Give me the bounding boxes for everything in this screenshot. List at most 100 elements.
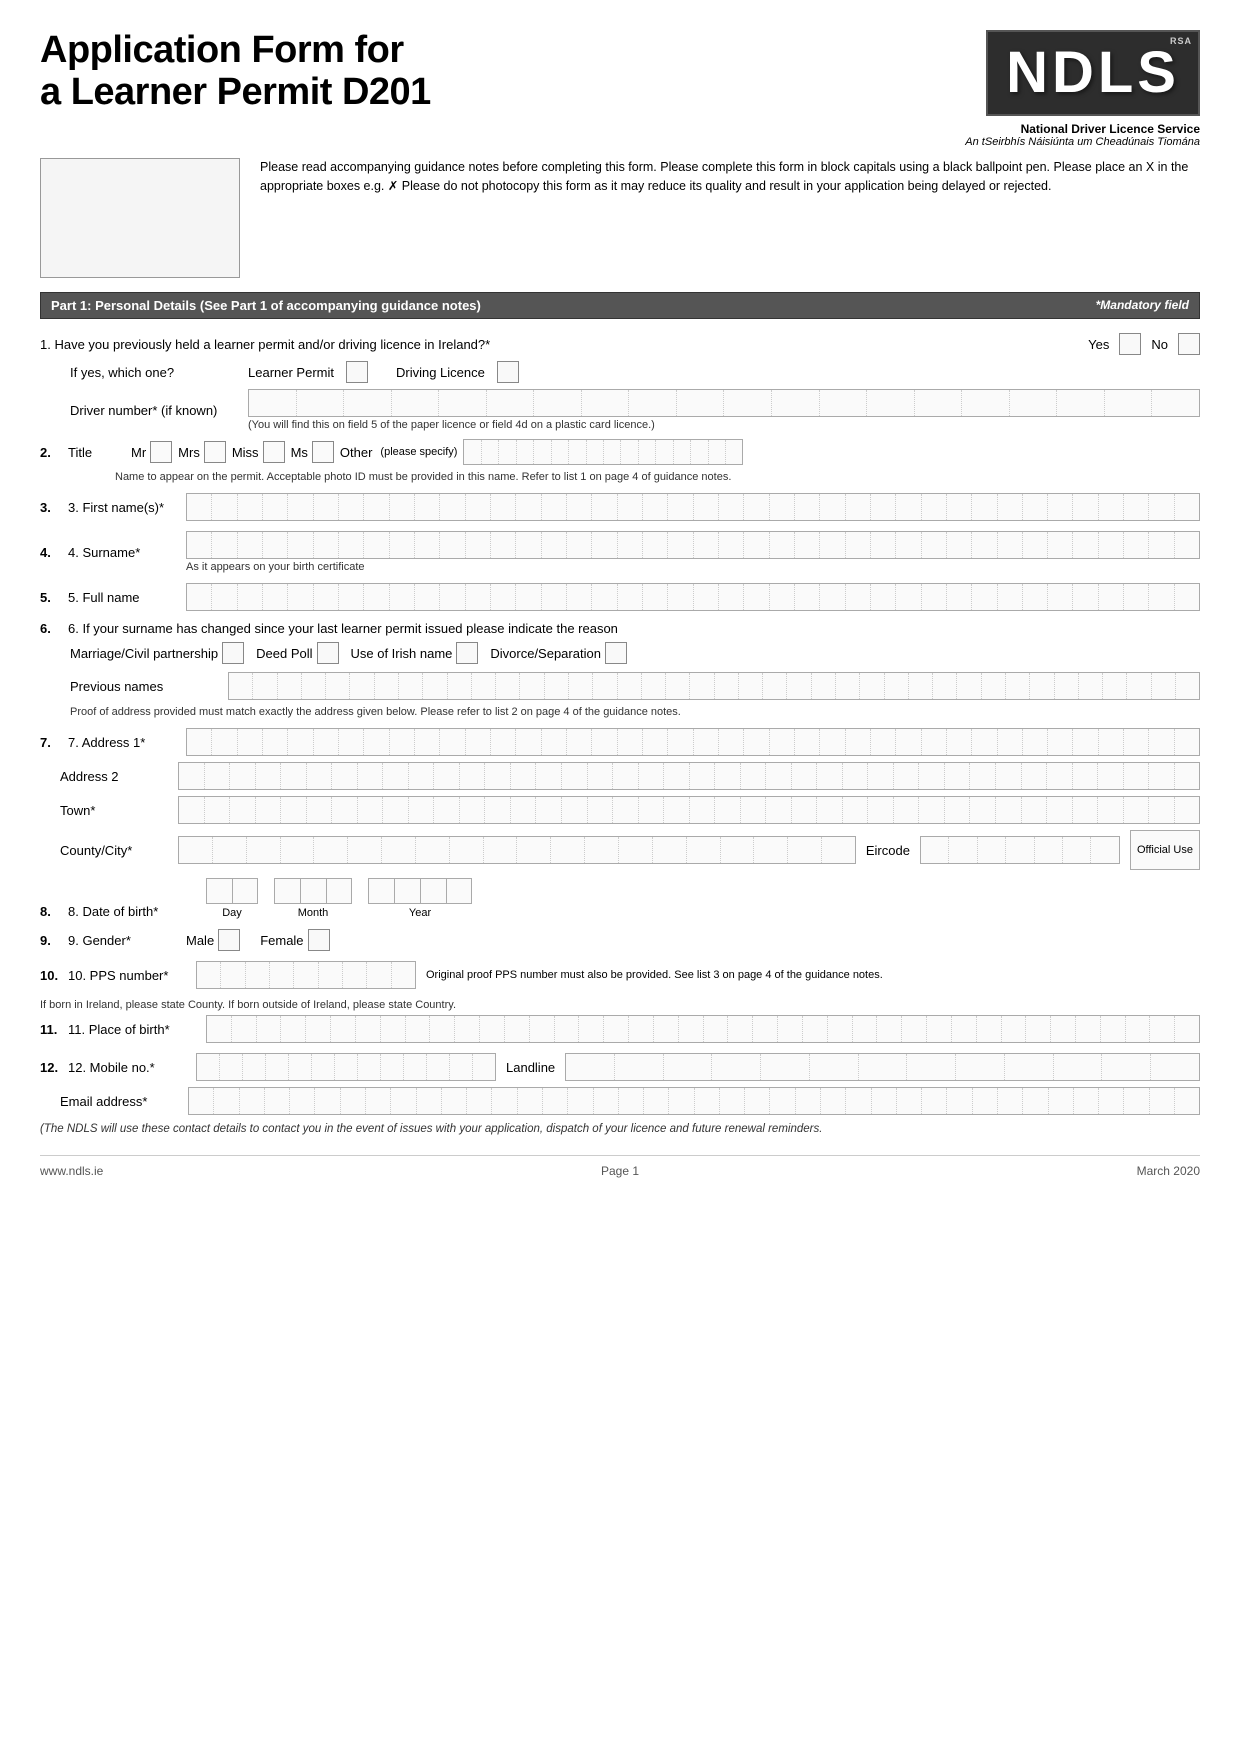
surname-field[interactable] [186,531,1200,559]
q9-label-text: 9. Gender* [68,933,178,948]
title-mr-checkbox[interactable] [150,441,172,463]
q1-no-checkbox[interactable] [1178,333,1200,355]
q5-label-text: 5. Full name [68,590,178,605]
eircode-label: Eircode [866,843,910,858]
q7-number: 7. [40,735,60,750]
title-other: Other (please specify) [340,439,744,465]
question-6: 6. 6. If your surname has changed since … [40,621,1200,718]
q6-deed: Deed Poll [256,642,338,664]
q1-ifyes-label: If yes, which one? [70,365,240,380]
footer-website: www.ndls.ie [40,1164,103,1178]
title-mrs-checkbox[interactable] [204,441,226,463]
q11-label-text: 11. Place of birth* [68,1022,198,1037]
official-use-box: Official Use [1130,830,1200,870]
footer-page: Page 1 [601,1164,639,1178]
title-mrs: Mrs [178,441,226,463]
title-ms-checkbox[interactable] [312,441,334,463]
q3-number: 3. [40,500,60,515]
q1-learner-label: Learner Permit [248,365,334,380]
q1-yes-checkbox[interactable] [1119,333,1141,355]
photo-box [40,158,240,278]
instructions-text: Please read accompanying guidance notes … [260,158,1200,196]
q6-marriage: Marriage/Civil partnership [70,642,244,664]
section-header-label: Part 1: Personal Details (See Part 1 of … [51,298,481,313]
address1-field[interactable] [186,728,1200,756]
landline-field[interactable] [565,1053,1200,1081]
question-2: 2. Title Mr Mrs Miss Ms [40,439,1200,483]
section-header: Part 1: Personal Details (See Part 1 of … [40,292,1200,319]
q4-label-text: 4. Surname* [68,545,178,560]
q6-divorce-checkbox[interactable] [605,642,627,664]
q6-label-text: 6. If your surname has changed since you… [68,621,1200,636]
q12-email-label: Email address* [40,1094,180,1109]
gender-male-checkbox[interactable] [218,929,240,951]
q1-yes-no: Yes No [1088,333,1200,355]
eircode-field[interactable] [920,836,1120,864]
pps-field[interactable] [196,961,416,989]
gender-female-checkbox[interactable] [308,929,330,951]
q5-number: 5. [40,590,60,605]
rsa-badge: RSA [1170,36,1192,46]
mobile-field[interactable] [196,1053,496,1081]
question-12: 12. 12. Mobile no.* Landline Ema [40,1053,1200,1135]
question-4: 4. 4. Surname* As it appears on your bir… [40,531,1200,573]
question-7: 7. 7. Address 1* Address 2 [40,728,1200,870]
q10-number: 10. [40,968,60,983]
ndls-name-ga: An tSeirbhís Náisiúnta um Cheadúnais Tio… [965,136,1200,148]
form-title: Application Form for a Learner Permit D2… [40,30,431,114]
instructions-row: Please read accompanying guidance notes … [40,158,1200,278]
fullname-field[interactable] [186,583,1200,611]
q7-addr2-label: Address 2 [40,769,170,784]
q6-deed-checkbox[interactable] [317,642,339,664]
dob-month: Month [274,878,352,919]
first-name-field[interactable] [186,493,1200,521]
q6-proof-hint: Proof of address provided must match exa… [70,706,1200,718]
q9-number: 9. [40,933,60,948]
q4-number: 4. [40,545,60,560]
title-other-field[interactable] [463,439,743,465]
q2-number: 2. [40,445,60,460]
q8-label-text: 8. Date of birth* [68,904,198,919]
town-field[interactable] [178,796,1200,824]
driver-number-field[interactable] [248,389,1200,417]
q7-town-label: Town* [40,803,170,818]
q12-landline-label: Landline [506,1060,555,1075]
prev-names-field[interactable] [228,672,1200,700]
q1-text: 1. Have you previously held a learner pe… [40,337,1078,352]
email-field[interactable] [188,1087,1200,1115]
dob-month-cells[interactable] [274,878,352,904]
q1-driver-hint: (You will find this on field 5 of the pa… [248,419,1200,431]
q8-number: 8. [40,904,60,919]
ndls-name-en: National Driver Licence Service [965,122,1200,136]
q6-options: Marriage/Civil partnership Deed Poll Use… [70,642,1200,664]
q10-hint: Original proof PPS number must also be p… [426,969,1200,981]
gender-female: Female [260,929,329,951]
footer-date: March 2020 [1137,1164,1200,1178]
q6-irish: Use of Irish name [351,642,479,664]
question-5: 5. 5. Full name [40,583,1200,611]
logo-block: RSA NDLS National Driver Licence Service… [965,30,1200,148]
q12-notice: (The NDLS will use these contact details… [40,1123,1200,1135]
county-field[interactable] [178,836,856,864]
q6-irish-checkbox[interactable] [456,642,478,664]
gender-male: Male [186,929,240,951]
q1-learner-checkbox[interactable] [346,361,368,383]
q7-addr1-label: 7. Address 1* [68,735,178,750]
title-miss-checkbox[interactable] [263,441,285,463]
dob-year: Year [368,878,472,919]
dob-day-cells[interactable] [206,878,258,904]
q6-marriage-checkbox[interactable] [222,642,244,664]
title-ms: Ms [291,441,334,463]
q1-driving-label: Driving Licence [396,365,485,380]
q6-prev-names-label: Previous names [70,679,220,694]
gender-options: Male Female [186,929,330,951]
q2-hint: Name to appear on the permit. Acceptable… [115,471,1200,483]
address2-field[interactable] [178,762,1200,790]
q6-number: 6. [40,621,60,636]
q1-driving-checkbox[interactable] [497,361,519,383]
place-of-birth-field[interactable] [206,1015,1200,1043]
q12-number: 12. [40,1060,60,1075]
q10-label-text: 10. PPS number* [68,968,188,983]
title-miss: Miss [232,441,285,463]
dob-year-cells[interactable] [368,878,472,904]
